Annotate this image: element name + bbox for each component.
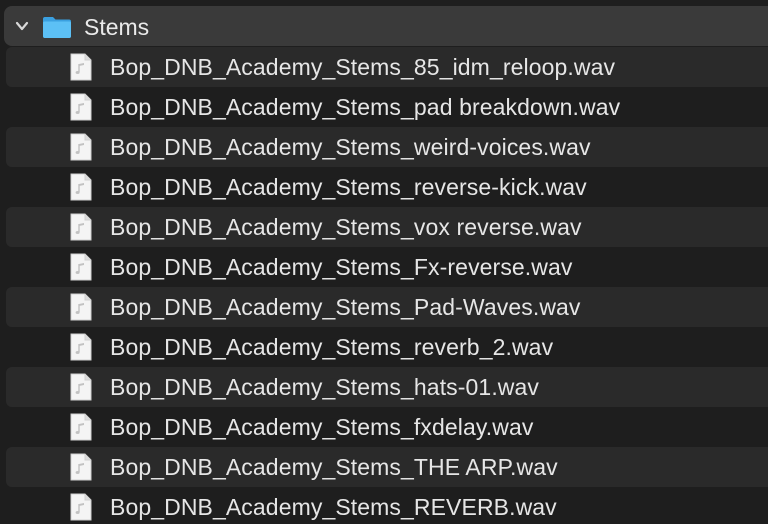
audio-file-icon [70, 373, 92, 401]
folder-icon [43, 17, 71, 38]
audio-file-icon [70, 53, 92, 81]
file-row[interactable]: Bop_DNB_Academy_Stems_pad breakdown.wav [6, 87, 768, 127]
file-name: Bop_DNB_Academy_Stems_REVERB.wav [110, 494, 557, 520]
audio-file-icon [70, 413, 92, 441]
audio-file-icon [70, 493, 92, 521]
file-list: Bop_DNB_Academy_Stems_85_idm_reloop.wav B… [0, 47, 768, 524]
file-name: Bop_DNB_Academy_Stems_reverb_2.wav [110, 334, 554, 360]
file-row[interactable]: Bop_DNB_Academy_Stems_vox reverse.wav [6, 207, 768, 247]
file-row[interactable]: Bop_DNB_Academy_Stems_Fx-reverse.wav [6, 247, 768, 287]
file-name: Bop_DNB_Academy_Stems_reverse-kick.wav [110, 174, 587, 200]
file-name: Bop_DNB_Academy_Stems_hats-01.wav [110, 374, 540, 400]
file-name: Bop_DNB_Academy_Stems_THE ARP.wav [110, 454, 558, 480]
file-row[interactable]: Bop_DNB_Academy_Stems_REVERB.wav [6, 487, 768, 524]
chevron-down-icon[interactable] [14, 18, 30, 34]
file-name: Bop_DNB_Academy_Stems_85_idm_reloop.wav [110, 54, 616, 80]
file-row[interactable]: Bop_DNB_Academy_Stems_reverb_2.wav [6, 327, 768, 367]
audio-file-icon [70, 253, 92, 281]
file-row[interactable]: Bop_DNB_Academy_Stems_THE ARP.wav [6, 447, 768, 487]
file-name: Bop_DNB_Academy_Stems_Pad-Waves.wav [110, 294, 581, 320]
file-row[interactable]: Bop_DNB_Academy_Stems_Pad-Waves.wav [6, 287, 768, 327]
file-name: Bop_DNB_Academy_Stems_vox reverse.wav [110, 214, 582, 240]
file-name: Bop_DNB_Academy_Stems_weird-voices.wav [110, 134, 591, 160]
folder-row-stems[interactable]: Stems [4, 6, 768, 46]
audio-file-icon [70, 293, 92, 321]
audio-file-icon [70, 93, 92, 121]
file-row[interactable]: Bop_DNB_Academy_Stems_hats-01.wav [6, 367, 768, 407]
file-name: Bop_DNB_Academy_Stems_Fx-reverse.wav [110, 254, 573, 280]
audio-file-icon [70, 173, 92, 201]
file-row[interactable]: Bop_DNB_Academy_Stems_fxdelay.wav [6, 407, 768, 447]
audio-file-icon [70, 213, 92, 241]
audio-file-icon [70, 453, 92, 481]
folder-name: Stems [84, 14, 150, 40]
file-row[interactable]: Bop_DNB_Academy_Stems_weird-voices.wav [6, 127, 768, 167]
file-row[interactable]: Bop_DNB_Academy_Stems_reverse-kick.wav [6, 167, 768, 207]
audio-file-icon [70, 333, 92, 361]
file-name: Bop_DNB_Academy_Stems_pad breakdown.wav [110, 94, 621, 120]
file-row[interactable]: Bop_DNB_Academy_Stems_85_idm_reloop.wav [6, 47, 768, 87]
file-name: Bop_DNB_Academy_Stems_fxdelay.wav [110, 414, 534, 440]
audio-file-icon [70, 133, 92, 161]
finder-list-view: Stems Bop_DNB_Academy_Stems_85_idm_reloo… [0, 0, 768, 524]
